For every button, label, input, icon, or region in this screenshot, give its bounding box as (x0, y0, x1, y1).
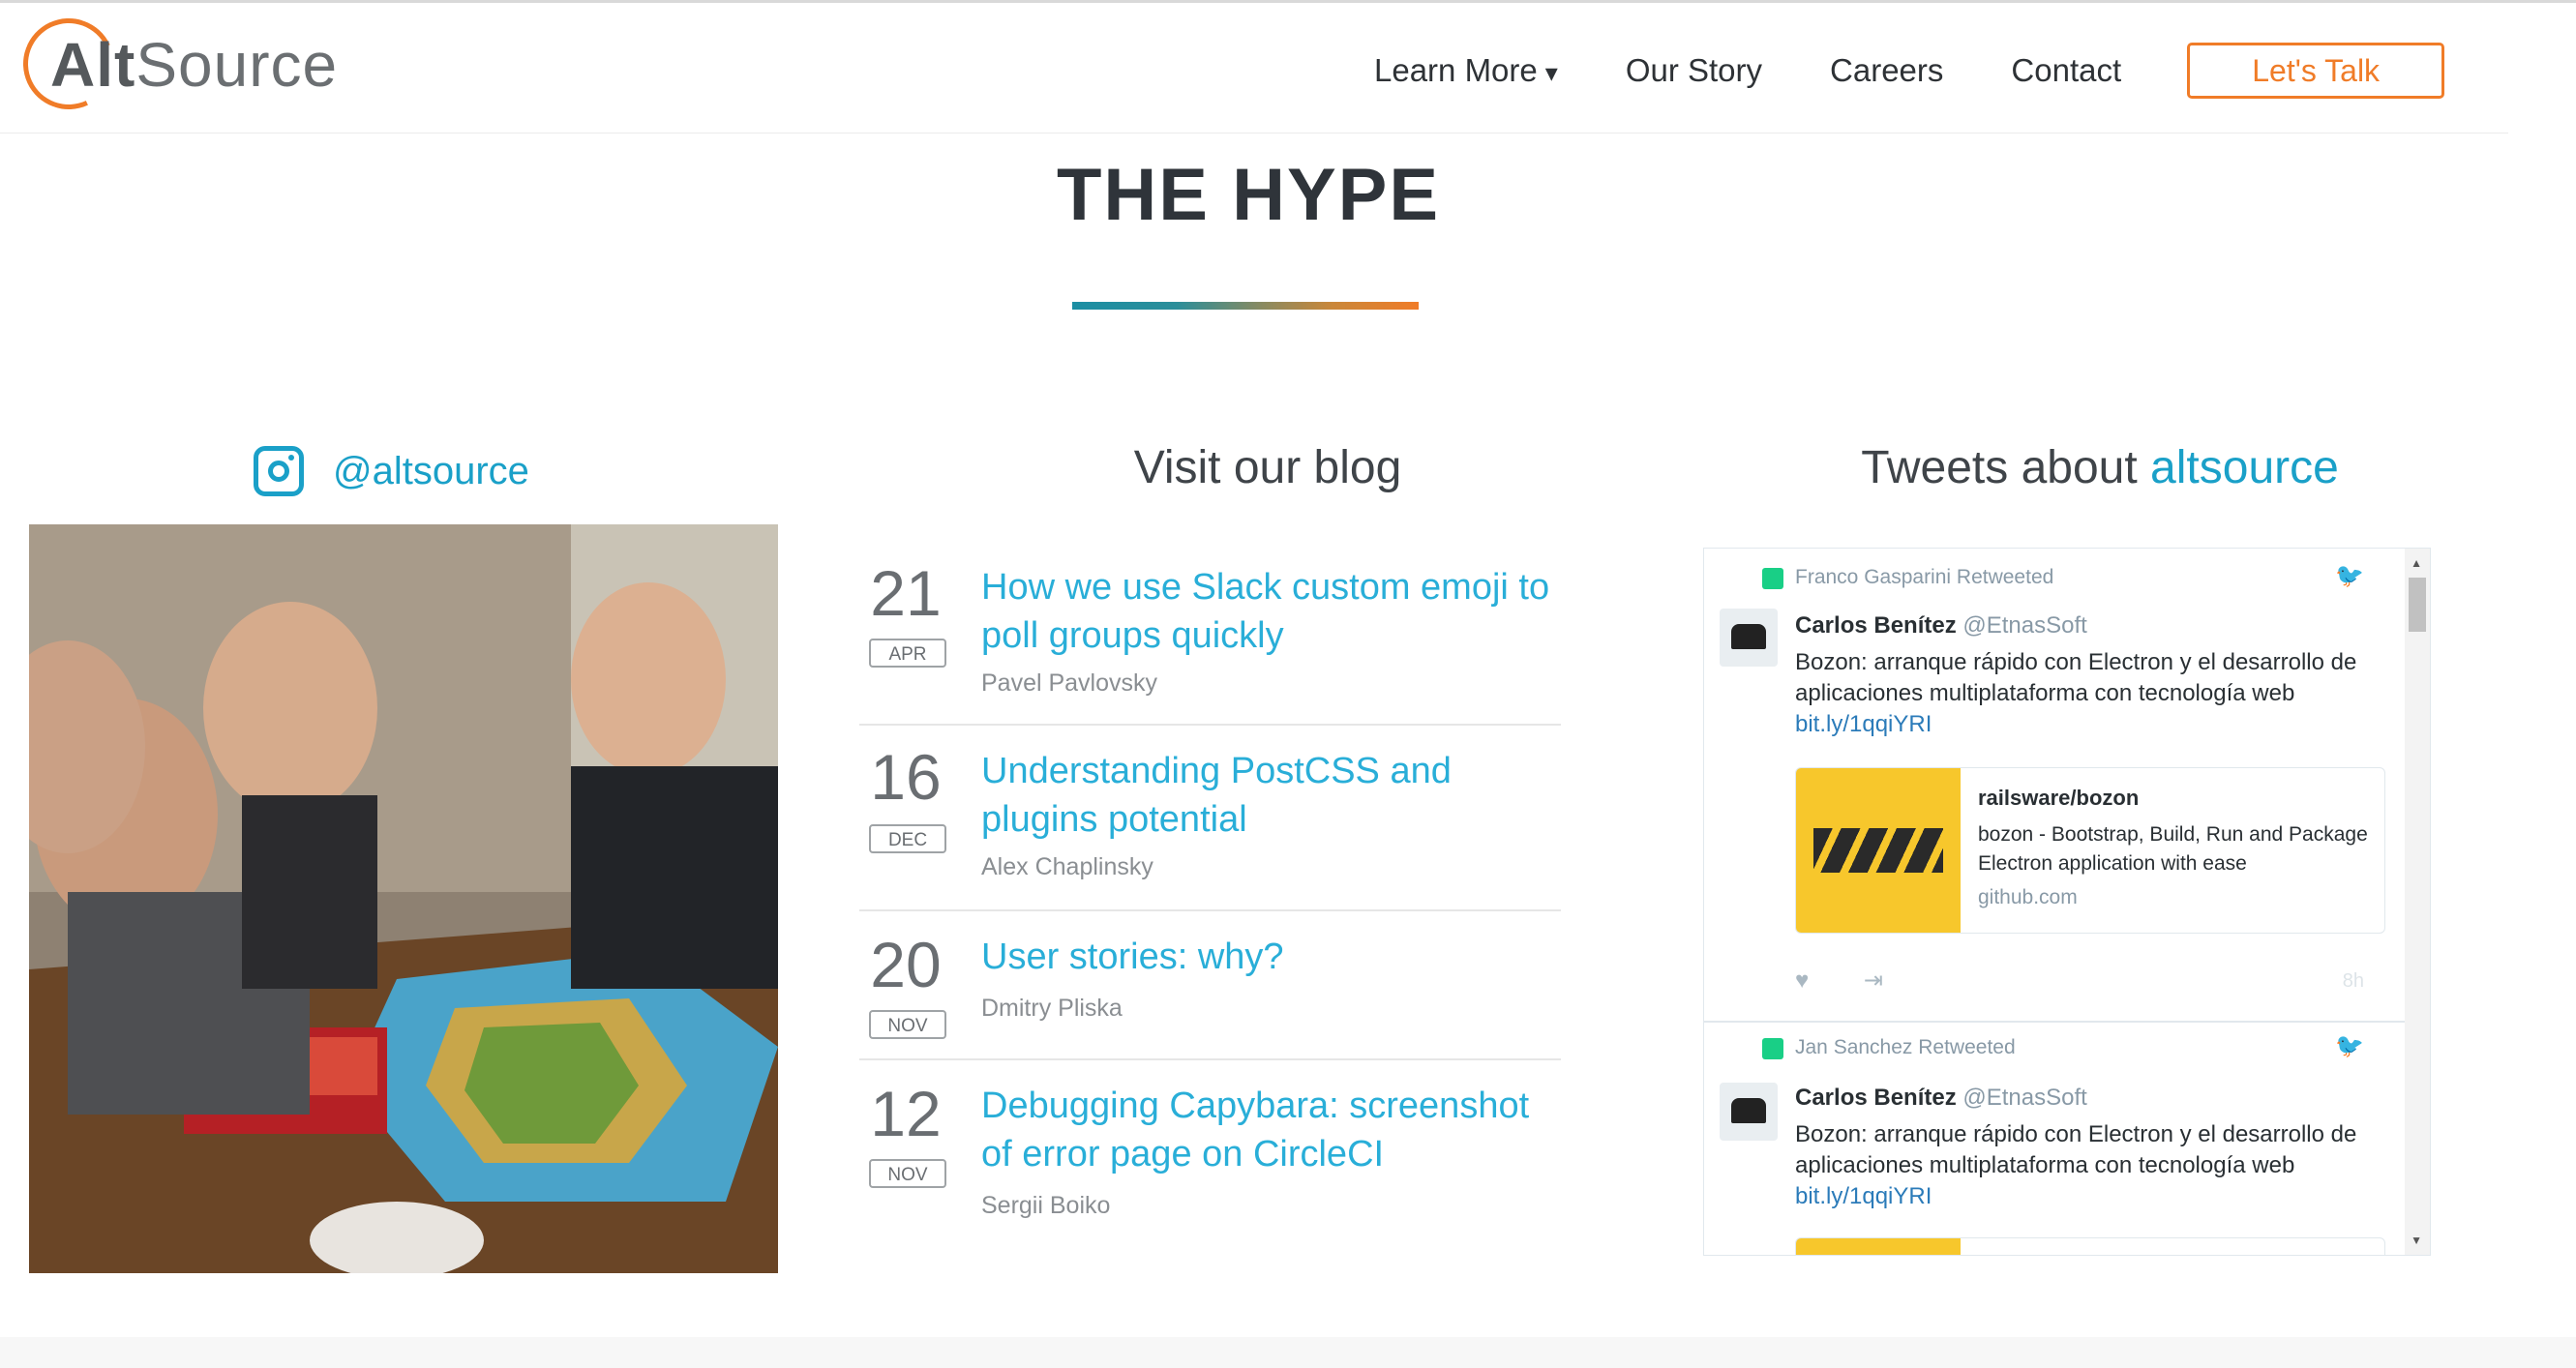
twitter-timeline[interactable]: Franco Gasparini Retweeted 🐦 Carlos Bení… (1703, 548, 2431, 1256)
tweet-author[interactable]: Carlos Benítez @EtnasSoft (1795, 612, 2087, 639)
timeline-scrollbar[interactable]: ▲ ▼ (2405, 549, 2430, 1255)
link-card[interactable]: railsware/bozon bozon - Bootstrap, Build… (1795, 767, 2385, 934)
tweet[interactable]: Franco Gasparini Retweeted 🐦 Carlos Bení… (1704, 549, 2407, 1019)
post-month: APR (869, 639, 946, 668)
card-image (1796, 768, 1961, 933)
post-author: Alex Chaplinsky (981, 853, 1153, 880)
nav-contact[interactable]: Contact (2011, 52, 2121, 89)
avatar[interactable] (1720, 609, 1778, 667)
site-header: AltSource Learn More ▾ Our Story Careers … (0, 3, 2508, 134)
tweet-text: Bozon: arranque rápido con Electron y el… (1795, 1121, 2357, 1209)
main-nav: Learn More ▾ Our Story Careers Contact Le… (1374, 42, 2445, 100)
card-description: bozon - Bootstrap, Build, Run and Packag… (1978, 823, 2368, 875)
post-author: Dmitry Pliska (981, 995, 1123, 1022)
blog-post: 21 APR How we use Slack custom emoji to … (859, 548, 1561, 726)
retweeted-by: Jan Sanchez Retweeted (1795, 1036, 2016, 1058)
tweet-link[interactable]: bit.ly/1qqiYRI (1795, 1183, 1932, 1209)
altsource-logo[interactable]: AltSource (10, 5, 343, 123)
section-title: THE HYPE (1056, 154, 1441, 236)
like-icon[interactable]: ♥ (1795, 967, 1809, 994)
logo-text: AltSource (50, 30, 339, 100)
scroll-thumb[interactable] (2409, 578, 2426, 632)
chevron-down-icon: ▾ (1544, 58, 1558, 87)
tweet[interactable]: Jan Sanchez Retweeted 🐦 Carlos Benítez @… (1704, 1023, 2407, 1255)
card-image (1796, 1238, 1961, 1255)
tweet-actions: ♥ ⇥ (1795, 967, 1883, 995)
tweet-link[interactable]: bit.ly/1qqiYRI (1795, 711, 1932, 737)
post-month: NOV (869, 1010, 946, 1039)
card-site: github.com (1978, 886, 2078, 908)
link-card[interactable] (1795, 1237, 2385, 1255)
instagram-icon (254, 446, 304, 496)
tweets-heading-accent[interactable]: altsource (2150, 442, 2339, 493)
avatar[interactable] (1720, 1083, 1778, 1141)
blog-post: 12 NOV Debugging Capybara: screenshot of… (859, 1060, 1561, 1254)
twitter-bird-icon[interactable]: 🐦 (2335, 562, 2364, 590)
scroll-down-icon[interactable]: ▼ (2411, 1234, 2422, 1247)
nav-careers[interactable]: Careers (1830, 52, 1943, 89)
tweet-author[interactable]: Carlos Benítez @EtnasSoft (1795, 1085, 2087, 1112)
instagram-handle: @altsource (333, 449, 529, 492)
lets-talk-button[interactable]: Let's Talk (2187, 43, 2445, 99)
nav-learn-more[interactable]: Learn More ▾ (1374, 52, 1558, 89)
blog-heading: Visit our blog (1133, 442, 1402, 493)
post-month: DEC (869, 824, 946, 853)
share-icon[interactable]: ⇥ (1864, 967, 1883, 994)
tweet-text: Bozon: arranque rápido con Electron y el… (1795, 649, 2357, 737)
board-game-photo (29, 524, 778, 1273)
post-day: 12 (870, 1078, 942, 1149)
blog-post: 20 NOV User stories: why? Dmitry Pliska (859, 911, 1561, 1060)
scroll-up-icon[interactable]: ▲ (2411, 556, 2422, 570)
retweet-icon (1762, 568, 1783, 589)
post-title-link[interactable]: How we use Slack custom emoji to poll gr… (981, 563, 1562, 660)
post-title-link[interactable]: User stories: why? (981, 933, 1562, 981)
blog-list: 21 APR How we use Slack custom emoji to … (859, 548, 1561, 1254)
post-author: Sergii Boiko (981, 1192, 1111, 1219)
card-title: railsware/bozon (1978, 786, 2140, 810)
post-author: Pavel Pavlovsky (981, 669, 1158, 697)
tweets-heading: Tweets about altsource (1861, 442, 2339, 493)
post-title-link[interactable]: Understanding PostCSS and plugins potent… (981, 747, 1562, 844)
post-day: 20 (870, 929, 942, 1000)
footer-band (0, 1337, 2576, 1368)
nav-our-story[interactable]: Our Story (1626, 52, 1762, 89)
retweeted-by: Franco Gasparini Retweeted (1795, 566, 2054, 588)
twitter-bird-icon[interactable]: 🐦 (2335, 1032, 2364, 1060)
blog-post: 16 DEC Understanding PostCSS and plugins… (859, 726, 1561, 911)
tweet-time[interactable]: 8h (2343, 970, 2364, 993)
post-month: NOV (869, 1159, 946, 1188)
post-title-link[interactable]: Debugging Capybara: screenshot of error … (981, 1082, 1562, 1178)
instagram-photo[interactable] (29, 524, 778, 1273)
post-day: 21 (870, 557, 942, 629)
retweet-icon (1762, 1038, 1783, 1059)
post-day: 16 (870, 741, 942, 813)
instagram-heading[interactable]: @altsource (254, 445, 529, 497)
title-underline (1072, 302, 1419, 310)
